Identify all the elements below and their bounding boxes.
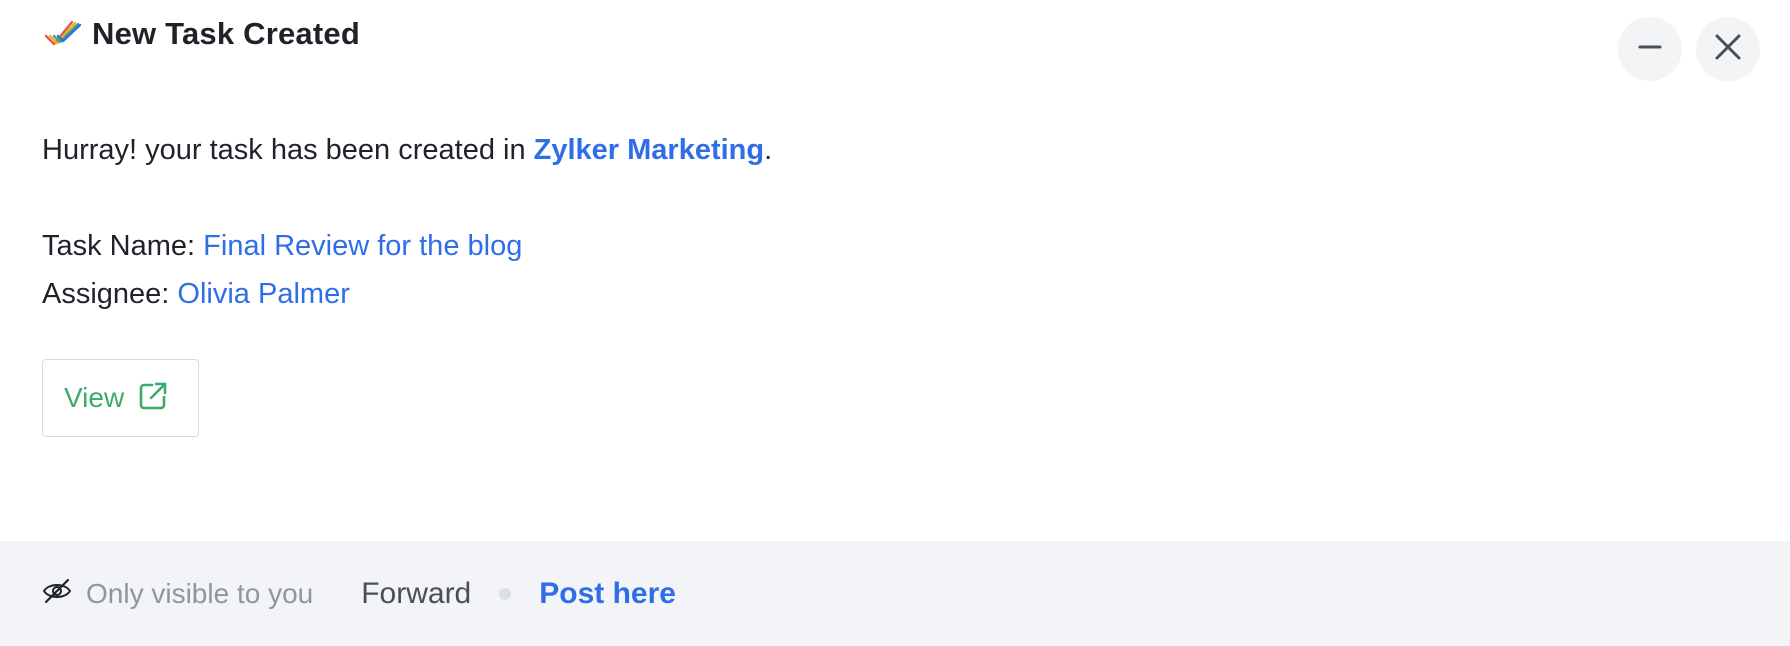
close-button[interactable] bbox=[1696, 17, 1760, 81]
eye-off-icon bbox=[42, 578, 72, 609]
created-message-prefix: Hurray! your task has been created in bbox=[42, 134, 534, 166]
message-body: Hurray! your task has been created in Zy… bbox=[42, 128, 1748, 316]
view-button-label: View bbox=[64, 382, 125, 413]
task-name-link[interactable]: Final Review for the blog bbox=[203, 230, 522, 262]
view-button[interactable]: View bbox=[42, 359, 199, 437]
footer-actions: Only visible to you Forward Post here bbox=[42, 541, 676, 646]
task-name-row: Task Name: Final Review for the blog bbox=[42, 224, 1748, 268]
project-link[interactable]: Zylker Marketing bbox=[534, 134, 764, 166]
separator-dot bbox=[499, 587, 512, 600]
external-link-icon bbox=[138, 381, 168, 416]
visibility-note: Only visible to you bbox=[86, 577, 314, 609]
card-header: New Task Created bbox=[42, 14, 360, 54]
assignee-row: Assignee: Olivia Palmer bbox=[42, 272, 1748, 316]
card-title: New Task Created bbox=[92, 16, 360, 51]
assignee-link[interactable]: Olivia Palmer bbox=[177, 278, 349, 310]
post-here-button[interactable]: Post here bbox=[539, 577, 676, 611]
minimize-icon bbox=[1637, 34, 1663, 65]
minimize-button[interactable] bbox=[1618, 17, 1682, 81]
created-message: Hurray! your task has been created in Zy… bbox=[42, 128, 1748, 172]
double-check-icon bbox=[42, 18, 82, 50]
task-name-label: Task Name: bbox=[42, 230, 204, 262]
card-footer: Only visible to you Forward Post here bbox=[0, 541, 1790, 646]
close-icon bbox=[1714, 33, 1742, 66]
assignee-label: Assignee: bbox=[42, 278, 178, 310]
notification-card: New Task Created Hurray! your task has b… bbox=[0, 0, 1790, 646]
forward-button[interactable]: Forward bbox=[361, 577, 471, 611]
created-message-suffix: . bbox=[764, 134, 773, 166]
